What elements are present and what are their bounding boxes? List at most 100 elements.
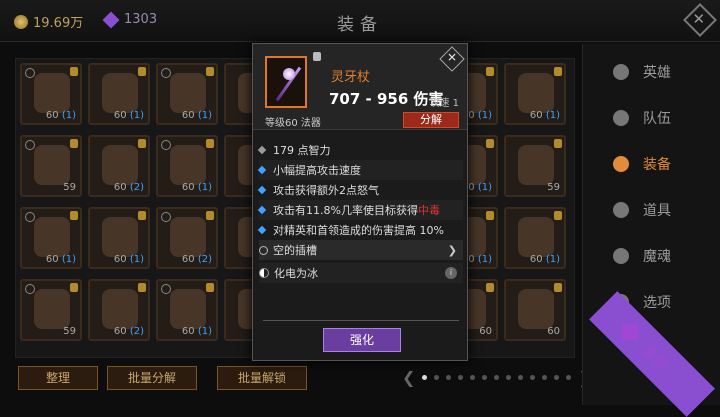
inventory-slot[interactable]: 60 (1) — [504, 207, 566, 269]
amethyst-icon — [622, 324, 639, 341]
stat-elite-damage: 对精英和首领造成的伤害提高 10% — [257, 220, 463, 240]
inventory-slot[interactable]: 59 — [20, 135, 82, 197]
lock-icon — [554, 67, 562, 76]
slot-level: 60 (1) — [529, 254, 560, 265]
bullet-icon — [257, 185, 267, 195]
lock-icon[interactable] — [313, 52, 321, 61]
lock-icon — [70, 67, 78, 76]
lock-icon — [206, 283, 214, 292]
inventory-slot[interactable]: 59 — [20, 279, 82, 341]
sidebar-item-equipment[interactable]: 装备 — [583, 144, 720, 184]
page-dot[interactable] — [518, 375, 524, 380]
sidebar-label: 选项 — [643, 295, 671, 311]
lock-icon — [554, 283, 562, 292]
stat-poison: 攻击有11.8%几率使目标获得 中毒 — [257, 200, 463, 220]
slot-socket-count: (2) — [126, 182, 144, 193]
sidebar-label: 英雄 — [643, 65, 671, 81]
hero-icon — [613, 64, 629, 80]
socket-label: 空的插槽 — [273, 244, 317, 257]
flag-icon — [613, 110, 629, 126]
inventory-slot[interactable]: 60 (1) — [156, 63, 218, 125]
lock-icon — [138, 67, 146, 76]
page-dot[interactable] — [470, 375, 476, 380]
sidebar-item-soul[interactable]: 魔魂 — [583, 236, 720, 276]
batch-unlock-button[interactable]: 批量解锁 — [217, 366, 307, 390]
page-indicator: ❮ ❯ — [402, 368, 592, 387]
inventory-slot[interactable]: 60 (1) — [504, 63, 566, 125]
enhance-button[interactable]: 强化 — [323, 328, 401, 352]
page-prev-icon[interactable]: ❮ — [402, 368, 415, 387]
top-bar: 19.69万 1303 装备 ✕ — [0, 0, 720, 42]
inventory-slot[interactable]: 59 — [504, 135, 566, 197]
stat-text: 小幅提高攻击速度 — [273, 164, 361, 177]
equipment-icon — [170, 217, 206, 257]
item-icon-frame — [265, 56, 307, 108]
inventory-slot[interactable]: 60 (1) — [20, 207, 82, 269]
sidebar-item-hero[interactable]: 英雄 — [583, 52, 720, 92]
attack-speed: 攻速 1 — [429, 98, 459, 109]
lock-icon — [486, 67, 494, 76]
sidebar-label: 道具 — [643, 203, 671, 219]
stat-rage: 攻击获得额外2点怒气 — [257, 180, 463, 200]
slot-level: 59 — [63, 326, 76, 337]
dismantle-button[interactable]: 分解 — [403, 112, 459, 128]
equipment-icon — [102, 289, 138, 329]
poison-keyword: 中毒 — [417, 204, 440, 217]
slot-level: 60 (1) — [45, 110, 76, 121]
inventory-slot[interactable]: 60 (2) — [88, 135, 150, 197]
page-dot[interactable] — [422, 375, 428, 380]
batch-dismantle-button[interactable]: 批量分解 — [107, 366, 197, 390]
slot-socket-count: (2) — [126, 326, 144, 337]
socket-row[interactable]: 空的插槽 ❯ — [259, 240, 463, 260]
inventory-slot[interactable]: 60 (1) — [20, 63, 82, 125]
page-dot[interactable] — [530, 375, 536, 380]
equipment-icon — [34, 217, 70, 257]
inventory-slot[interactable]: 60 (1) — [156, 135, 218, 197]
lock-icon — [554, 211, 562, 220]
slot-socket-count: (1) — [542, 254, 560, 265]
bullet-icon — [257, 145, 267, 155]
page-dot[interactable] — [542, 375, 548, 380]
sidebar-label: 队伍 — [643, 111, 671, 127]
inventory-slot[interactable]: 60 (1) — [88, 207, 150, 269]
page-dot[interactable] — [506, 375, 512, 380]
page-dot[interactable] — [566, 375, 572, 380]
slot-level: 60 (1) — [113, 110, 144, 121]
lock-icon — [206, 139, 214, 148]
equipment-icon — [518, 217, 554, 257]
lock-icon — [206, 211, 214, 220]
inventory-slot[interactable]: 60 (1) — [156, 279, 218, 341]
page-dot[interactable] — [446, 375, 452, 380]
page-dot[interactable] — [458, 375, 464, 380]
equipment-icon — [170, 73, 206, 113]
socket-ring-icon — [161, 68, 171, 78]
page-dot[interactable] — [554, 375, 560, 380]
stat-attack-speed: 小幅提高攻击速度 — [257, 160, 463, 180]
lock-icon — [70, 283, 78, 292]
sidebar-item-team[interactable]: 队伍 — [583, 98, 720, 138]
close-tooltip-button[interactable]: ✕ — [439, 46, 465, 72]
item-tooltip: 灵牙杖 707 - 956 伤害 攻速 1 等级60 法器 分解 ✕ 179 点… — [252, 43, 468, 361]
page-dot[interactable] — [482, 375, 488, 380]
transform-row[interactable]: 化电为冰 i — [259, 263, 463, 283]
equipment-icon — [102, 217, 138, 257]
socket-ring-icon — [25, 140, 35, 150]
equipment-icon — [34, 289, 70, 329]
equipment-icon — [170, 145, 206, 185]
equipment-icon — [518, 289, 554, 329]
inventory-slot[interactable]: 60 (2) — [88, 279, 150, 341]
inventory-slot[interactable]: 60 (1) — [88, 63, 150, 125]
socket-ring-icon — [25, 212, 35, 222]
inventory-slot[interactable]: 60 (2) — [156, 207, 218, 269]
slot-socket-count: (1) — [474, 254, 492, 265]
info-icon[interactable]: i — [445, 267, 457, 279]
sort-button[interactable]: 整理 — [18, 366, 98, 390]
lock-icon — [138, 283, 146, 292]
sidebar-item-items[interactable]: 道具 — [583, 190, 720, 230]
slot-socket-count: (1) — [194, 182, 212, 193]
page-dot[interactable] — [494, 375, 500, 380]
page-dot[interactable] — [434, 375, 440, 380]
equipment-icon — [518, 73, 554, 113]
item-name: 灵牙杖 — [331, 70, 371, 85]
inventory-slot[interactable]: 60 — [504, 279, 566, 341]
